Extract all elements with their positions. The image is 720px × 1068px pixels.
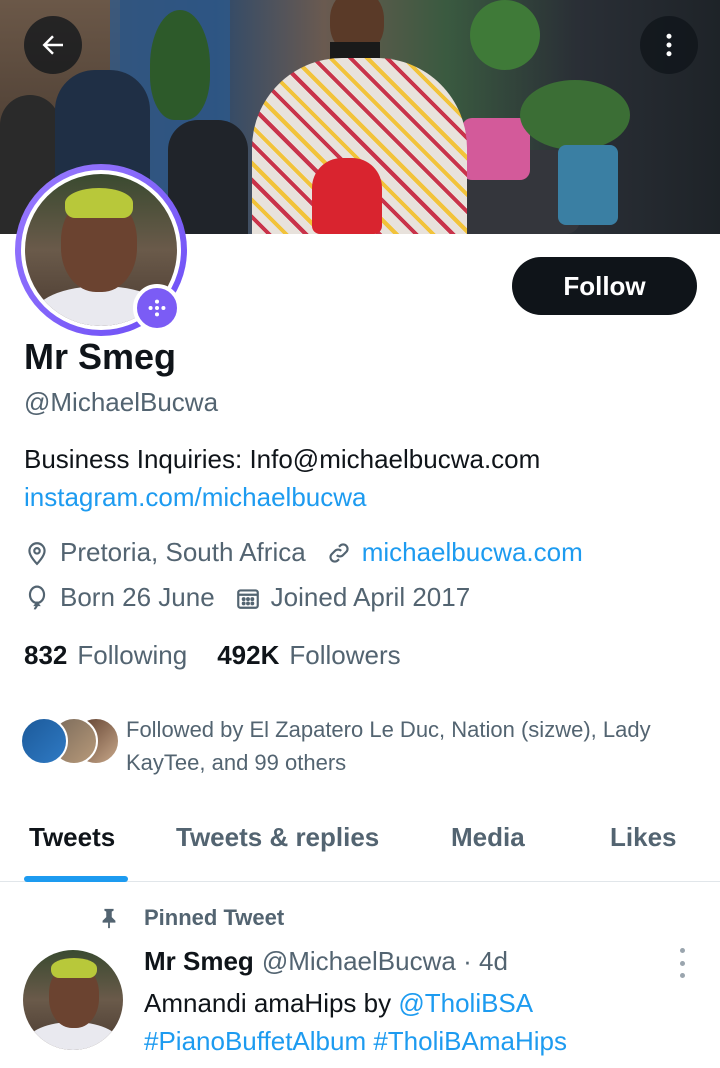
tab-tweets[interactable]: Tweets [29, 822, 115, 853]
spaces-badge-icon [148, 299, 166, 317]
tweet-author-handle[interactable]: @MichaelBucwa [262, 946, 456, 976]
profile-bio: Business Inquiries: Info@michaelbucwa.co… [24, 444, 541, 474]
arrow-left-icon [42, 35, 63, 55]
tweet-hashtags[interactable]: #PianoBuffetAlbum #TholiBAmaHips [144, 1026, 567, 1056]
bio-instagram-link[interactable]: instagram.com/michaelbucwa [24, 482, 366, 513]
profile-handle: @MichaelBucwa [24, 387, 219, 417]
profile-joined: Joined April 2017 [235, 582, 470, 613]
tweet-author-avatar[interactable] [23, 950, 123, 1050]
location-pin-icon [28, 541, 46, 565]
tab-likes[interactable]: Likes [610, 822, 677, 853]
pin-icon [102, 908, 116, 929]
pinned-text: Pinned Tweet [144, 905, 285, 930]
follow-button[interactable]: Follow [512, 257, 697, 315]
followed-by[interactable]: Followed by El Zapatero Le Duc, Nation (… [20, 713, 656, 779]
location-text: Pretoria, South Africa [60, 537, 306, 567]
following-label: Following [77, 640, 188, 670]
followed-by-avatars [20, 717, 120, 767]
profile-website[interactable]: michaelbucwa.com [326, 537, 583, 568]
birthday-text: Born 26 June [60, 582, 215, 612]
profile-birthday: Born 26 June [24, 582, 215, 613]
profile-meta-row: Born 26 June Joined April 2017 [24, 582, 490, 613]
balloon-icon [28, 585, 46, 610]
tweet-text-prefix: Amnandi amaHips by [144, 988, 399, 1018]
follow-counts: 832 Following 492K Followers [24, 640, 431, 671]
avatar [20, 717, 68, 765]
profile-meta-row: Pretoria, South Africa michaelbucwa.com [24, 537, 603, 568]
profile-location: Pretoria, South Africa [24, 537, 306, 568]
tweet-mention[interactable]: @TholiBSA [398, 988, 533, 1018]
tweet-author-name[interactable]: Mr Smeg [144, 946, 254, 976]
spaces-badge[interactable] [133, 284, 181, 332]
banner-pillow [462, 118, 530, 180]
tab-media[interactable]: Media [451, 822, 525, 853]
tweet-header: Mr Smeg @MichaelBucwa · 4d [144, 946, 508, 977]
profile-name: Mr Smeg [24, 336, 177, 377]
banner-kettle [312, 158, 382, 234]
pinned-tweet-label: Pinned Tweet [98, 905, 284, 931]
tweet-more-icon[interactable] [672, 948, 692, 978]
followers-count[interactable]: 492K Followers [217, 640, 400, 671]
banner-plant [470, 0, 540, 70]
profile-tabs: Tweets Tweets & replies Media Likes [0, 810, 720, 882]
following-count[interactable]: 832 Following [24, 640, 187, 671]
tab-tweets-replies[interactable]: Tweets & replies [176, 822, 379, 853]
banner-plant [150, 10, 210, 120]
more-options-button[interactable] [640, 16, 698, 74]
joined-text: Joined April 2017 [270, 582, 471, 612]
followers-number: 492K [217, 640, 280, 670]
tweet-time[interactable]: 4d [479, 946, 508, 976]
back-button[interactable] [24, 16, 82, 74]
followed-by-text: Followed by El Zapatero Le Duc, Nation (… [126, 717, 651, 775]
banner-pot [558, 145, 618, 225]
website-link[interactable]: michaelbucwa.com [362, 537, 583, 568]
link-icon [329, 542, 349, 563]
active-tab-indicator [24, 876, 128, 882]
tweet-separator: · [463, 946, 472, 976]
followers-label: Followers [289, 640, 401, 670]
following-number: 832 [24, 640, 68, 670]
more-vertical-icon [666, 33, 672, 57]
tweet-text: Amnandi amaHips by @TholiBSA #PianoBuffe… [144, 984, 704, 1060]
calendar-icon [236, 588, 259, 609]
banner-plant [520, 80, 630, 150]
